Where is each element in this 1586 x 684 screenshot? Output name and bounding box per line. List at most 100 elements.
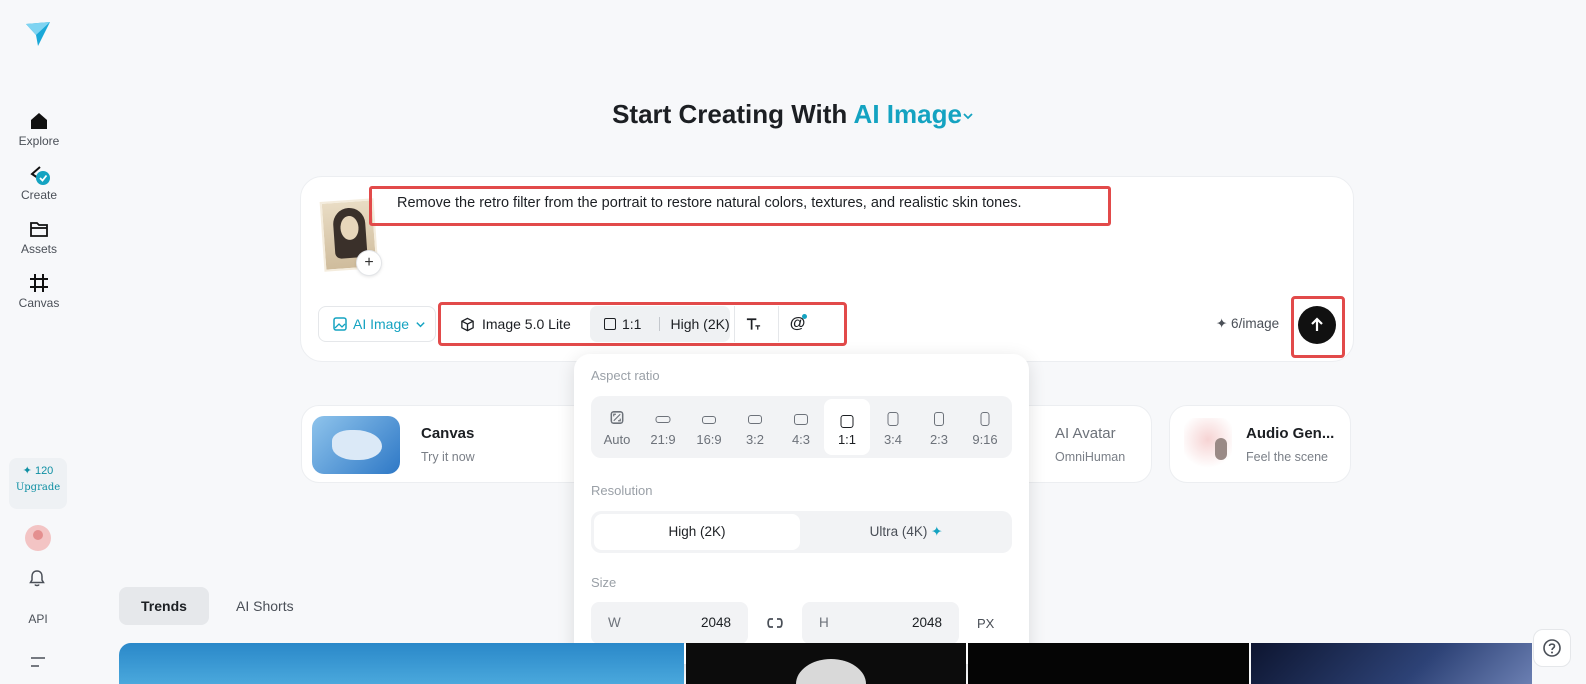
height-field[interactable]: H 2048 [802, 602, 959, 644]
gallery-item[interactable] [1251, 643, 1532, 684]
ratio-option-4-3[interactable]: 4:3 [778, 396, 824, 458]
ratio-shape-icon [934, 412, 944, 426]
upgrade-label: Upgrade [15, 482, 61, 493]
resolution-option-ultra[interactable]: Ultra (4K) ✦ [803, 514, 1009, 550]
auto-ratio-icon [610, 411, 624, 424]
resolution-selector: High (2K) Ultra (4K) ✦ [591, 511, 1012, 553]
sidebar-item-create[interactable]: Create [0, 164, 78, 202]
avatar[interactable] [25, 525, 51, 551]
audio-thumbnail [1184, 418, 1232, 472]
ratio-option-9-16[interactable]: 9:16 [962, 396, 1008, 458]
ratio-option-21-9[interactable]: 21:9 [640, 396, 686, 458]
mode-dropdown-label: AI Image [853, 99, 962, 129]
sidebar-item-canvas[interactable]: Canvas [0, 272, 78, 310]
feature-title: AI Avatar [1055, 425, 1116, 442]
ratio-label: 3:4 [883, 432, 903, 447]
feature-card-audio-gen[interactable]: Audio Gen... Feel the scene [1169, 405, 1351, 483]
ratio-shape-icon [980, 412, 990, 426]
sidebar-item-label: Explore [18, 134, 60, 148]
sidebar-item-label: Create [20, 188, 58, 202]
text-format-icon [746, 318, 761, 330]
folder-icon [30, 222, 48, 237]
mode-select[interactable]: AI Image [318, 306, 436, 342]
ratio-label: 2:3 [929, 432, 949, 447]
aspect-ratio-heading: Aspect ratio [591, 368, 660, 383]
app-logo-icon[interactable] [24, 20, 52, 48]
notification-dot [802, 314, 807, 319]
bell-icon[interactable] [27, 568, 47, 588]
tab-trends[interactable]: Trends [119, 587, 209, 625]
cube-icon [461, 317, 474, 331]
divider [659, 317, 661, 331]
help-button[interactable] [1533, 629, 1571, 667]
sidebar-item-assets[interactable]: Assets [0, 218, 78, 256]
ratio-label: 21:9 [650, 432, 676, 447]
size-heading: Size [591, 575, 617, 590]
ratio-label: 16:9 [696, 432, 722, 447]
canvas-icon [30, 274, 48, 292]
height-value: 2048 [911, 615, 942, 630]
text-style-button[interactable] [734, 306, 772, 342]
gallery-item[interactable] [119, 643, 684, 684]
feature-title: Audio Gen... [1246, 425, 1335, 442]
ratio-option-1-1[interactable]: 1:1 [824, 399, 870, 455]
resolution-label: High (2K) [668, 524, 726, 539]
gallery-item[interactable] [686, 643, 966, 684]
ratio-shape-icon [748, 415, 762, 424]
page-title-prefix: Start Creating With [612, 99, 854, 129]
chevron-down-icon [963, 113, 973, 120]
sparkle-icon: ✦ [931, 524, 943, 539]
size-settings-button[interactable]: 1:1 High (2K) [590, 306, 730, 342]
chevron-down-icon [416, 321, 425, 327]
resolution-heading: Resolution [591, 483, 653, 498]
ratio-shape-icon [887, 412, 899, 426]
credits-count: ✦ 120 [22, 465, 54, 477]
canvas-thumbnail [312, 416, 400, 474]
aspect-ratio-selector: Auto 21:9 16:9 3:2 4:3 1:1 3:4 2:3 9:16 [591, 396, 1012, 458]
create-icon [30, 166, 50, 185]
ratio-option-auto[interactable]: Auto [594, 396, 640, 458]
sidebar-item-label: Assets [20, 242, 57, 256]
ratio-shape-icon [840, 415, 854, 428]
ratio-shape-icon [655, 416, 671, 423]
arrow-up-icon [1311, 317, 1323, 331]
square-icon [604, 318, 616, 330]
unit-label: PX [977, 616, 995, 631]
ratio-shape-icon [794, 414, 808, 425]
ratio-label: Auto [603, 432, 631, 447]
ratio-option-2-3[interactable]: 2:3 [916, 396, 962, 458]
menu-icon[interactable] [30, 655, 46, 669]
upgrade-button[interactable]: ✦ 120 Upgrade [9, 458, 67, 509]
prompt-input[interactable]: Remove the retro filter from the portrai… [397, 195, 1022, 211]
ratio-option-16-9[interactable]: 16:9 [686, 396, 732, 458]
help-icon [1543, 639, 1561, 657]
add-reference-button[interactable]: + [356, 250, 382, 276]
size-settings-popup: Aspect ratio Auto 21:9 16:9 3:2 4:3 1:1 [574, 354, 1029, 664]
resolution-label: Ultra (4K) [869, 524, 928, 539]
link-aspect-icon[interactable] [764, 614, 786, 632]
feature-title: Canvas [421, 425, 475, 442]
ratio-label: 4:3 [791, 432, 811, 447]
mode-select-label: AI Image [353, 316, 410, 332]
ratio-option-3-4[interactable]: 3:4 [870, 396, 916, 458]
mode-dropdown[interactable]: AI Image [854, 99, 974, 129]
tab-ai-shorts[interactable]: AI Shorts [214, 587, 316, 625]
send-button[interactable] [1298, 306, 1336, 344]
width-field[interactable]: W 2048 [591, 602, 748, 644]
model-label: Image 5.0 Lite [482, 316, 571, 332]
image-icon [333, 317, 347, 331]
mention-button[interactable]: @ [778, 306, 816, 342]
ratio-label: 3:2 [745, 432, 765, 447]
feature-subtitle: OmniHuman [1055, 450, 1126, 464]
feature-card-canvas[interactable]: Canvas Try it now [301, 405, 591, 483]
api-link[interactable]: API [0, 612, 76, 626]
ratio-option-3-2[interactable]: 3:2 [732, 396, 778, 458]
model-select-button[interactable]: Image 5.0 Lite [450, 306, 588, 342]
gallery-item[interactable] [968, 643, 1249, 684]
ratio-label: 1:1 [837, 432, 857, 447]
ratio-label: 9:16 [972, 432, 998, 447]
sidebar-item-label: Canvas [18, 296, 60, 310]
quality-label: High (2K) [670, 316, 730, 332]
width-key: W [608, 615, 621, 630]
resolution-option-high[interactable]: High (2K) [594, 514, 800, 550]
